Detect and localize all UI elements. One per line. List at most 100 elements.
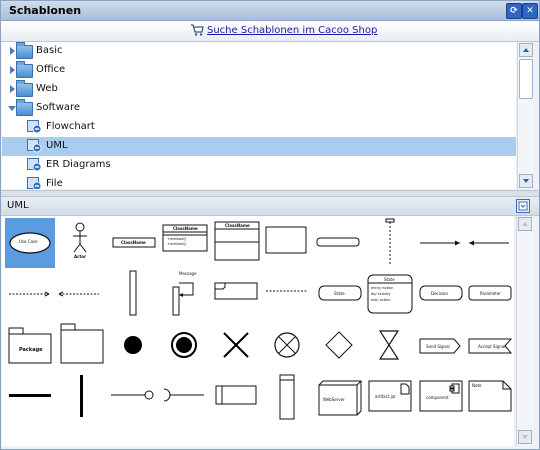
splitter-handle[interactable] — [1, 190, 539, 200]
shape-destroy[interactable] — [212, 321, 262, 371]
shape-accept-signal[interactable]: Accept Signal — [465, 321, 514, 371]
shape-activation[interactable] — [109, 269, 159, 319]
shape-provided-interface[interactable] — [109, 373, 159, 423]
shape-use-case[interactable]: Use Case — [5, 218, 55, 268]
class-name-text: ClassName — [225, 223, 250, 228]
shape-panel-header: UML — [1, 197, 539, 216]
tree-item-er-diagrams[interactable]: ER Diagrams — [2, 156, 516, 175]
shape-lifeline[interactable] — [365, 218, 415, 268]
shape-required-interface[interactable] — [160, 373, 210, 423]
message-text: Message — [179, 271, 197, 276]
cart-icon — [191, 24, 204, 36]
shape-self-message[interactable]: Message — [160, 269, 210, 319]
shape-hourglass[interactable] — [365, 321, 415, 371]
shape-object[interactable] — [315, 218, 365, 268]
tree-item-software[interactable]: Software — [2, 99, 516, 118]
tree-item-label: Office — [36, 64, 66, 75]
shape-node-horizontal[interactable] — [212, 373, 262, 423]
shape-state-detailed[interactable]: State entry/ action do/ activity exit/ a… — [365, 269, 415, 319]
accept-signal-text: Accept Signal — [478, 344, 506, 349]
shape-fragment[interactable] — [212, 269, 262, 319]
shape-package[interactable]: Package — [5, 321, 55, 371]
folder-icon — [16, 80, 33, 97]
shape-node-vertical[interactable] — [264, 373, 314, 423]
shape-class-attributes[interactable]: ClassName +method() +method() — [160, 218, 210, 268]
shape-artifact[interactable]: artifact.jar — [365, 373, 415, 423]
class-name-text: ClassName — [173, 226, 198, 231]
shape-message-arrow[interactable] — [416, 218, 466, 268]
expand-arrow-icon[interactable] — [10, 47, 15, 55]
tree-item-label: Software — [36, 102, 81, 113]
scroll-up-icon[interactable] — [519, 43, 533, 57]
template-tree: Basic Office Web Software Flowchart UML … — [2, 42, 516, 189]
parameter-text: Parameter — [480, 291, 501, 296]
window-title: Schablonen — [9, 4, 82, 17]
tree-item-label: Basic — [36, 45, 63, 56]
scroll-down-icon[interactable] — [519, 174, 533, 188]
webserver-text: WebServer — [323, 397, 345, 402]
shape-decision[interactable] — [315, 321, 365, 371]
tree-item-label: Web — [36, 83, 58, 94]
tree-item-office[interactable]: Office — [2, 61, 516, 80]
class-name-text: ClassName — [121, 240, 146, 245]
shape-class-simple[interactable]: ClassName — [109, 218, 159, 268]
actor-text: Actor — [74, 254, 87, 259]
shape-reply-message[interactable] — [55, 269, 105, 319]
artifact-text: artifact.jar — [375, 394, 396, 399]
scroll-up-icon[interactable] — [518, 217, 532, 231]
shape-parameter[interactable]: Parameter — [465, 269, 514, 319]
shape-dashed-line[interactable] — [264, 269, 314, 319]
shape-note[interactable]: Note — [465, 373, 514, 423]
shape-initial-node[interactable] — [109, 321, 159, 371]
shape-fork-horizontal[interactable] — [5, 373, 55, 423]
state-entry-text: entry/ action — [371, 286, 394, 290]
open-folder-icon — [16, 99, 33, 116]
tree-item-file[interactable]: File — [2, 175, 516, 189]
tree-item-label: ER Diagrams — [46, 159, 111, 170]
tree-item-basic[interactable]: Basic — [2, 42, 516, 61]
tree-item-label: Flowchart — [46, 121, 95, 132]
method-text: +method() — [167, 242, 187, 246]
expand-arrow-icon[interactable] — [10, 66, 15, 74]
shop-link[interactable]: Suche Schablonen im Cacoo Shop — [207, 25, 377, 36]
shape-final-node[interactable] — [160, 321, 210, 371]
shape-return-arrow[interactable] — [465, 218, 514, 268]
method-text: +method() — [167, 237, 187, 241]
shape-actor[interactable]: Actor — [55, 218, 105, 268]
shape-class-full[interactable]: ClassName — [212, 218, 262, 268]
tree-item-uml[interactable]: UML — [2, 137, 516, 156]
state-text: State — [334, 291, 345, 296]
shape-decision-node[interactable]: Decision — [416, 269, 466, 319]
shape-send-signal[interactable]: Send Signal — [416, 321, 466, 371]
shape-async-message[interactable] — [5, 269, 55, 319]
close-icon[interactable]: ✕ — [522, 3, 538, 19]
tree-item-flowchart[interactable]: Flowchart — [2, 118, 516, 137]
shop-bar: Suche Schablonen im Cacoo Shop — [1, 21, 539, 42]
shape-flow-final[interactable] — [264, 321, 314, 371]
tree-scrollbar[interactable] — [517, 42, 533, 189]
state-do-text: do/ activity — [371, 292, 391, 296]
template-icon — [27, 120, 42, 134]
shape-package-empty[interactable] — [55, 321, 105, 371]
shape-interface[interactable] — [264, 218, 314, 268]
gallery-scrollbar[interactable] — [516, 216, 533, 446]
panel-toggle-icon[interactable] — [516, 199, 530, 213]
state-exit-text: exit/ action — [371, 298, 391, 302]
shape-gallery: Use Case Actor ClassName ClassName +meth… — [2, 216, 514, 446]
state-text: State — [384, 277, 395, 282]
scroll-down-icon[interactable] — [518, 430, 532, 444]
shape-deployment-node[interactable]: WebServer — [315, 373, 365, 423]
shape-state[interactable]: State — [315, 269, 365, 319]
shape-component[interactable]: component — [416, 373, 466, 423]
template-icon — [27, 139, 42, 153]
scroll-thumb[interactable] — [519, 59, 533, 99]
expand-arrow-icon[interactable] — [10, 85, 15, 93]
restore-icon[interactable]: ⟳ — [506, 3, 522, 19]
tree-item-web[interactable]: Web — [2, 80, 516, 99]
shape-fork-vertical[interactable] — [55, 373, 105, 423]
template-icon — [27, 158, 42, 172]
tree-item-label: UML — [46, 140, 68, 151]
collapse-arrow-icon[interactable] — [8, 106, 16, 111]
folder-icon — [16, 61, 33, 78]
folder-icon — [16, 42, 33, 59]
